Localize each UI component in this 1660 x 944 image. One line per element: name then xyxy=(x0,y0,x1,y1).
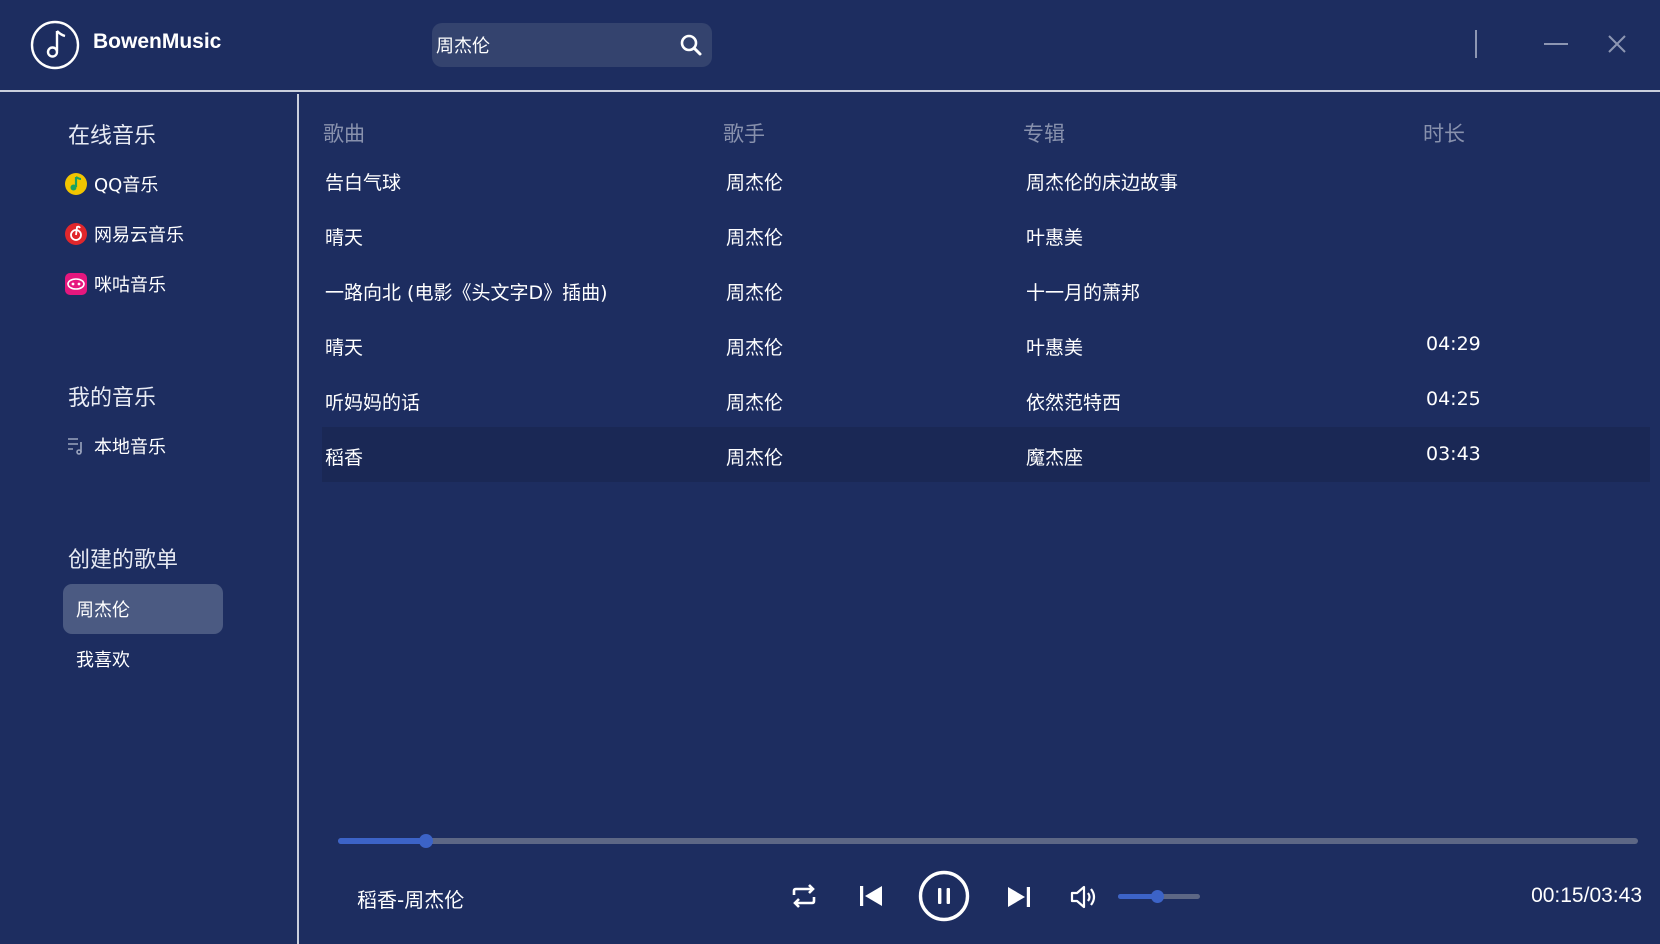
volume-handle[interactable] xyxy=(1150,890,1164,903)
table-row-selected[interactable]: 稻香 周杰伦 魔杰座 03:43 xyxy=(322,427,1650,482)
pause-icon[interactable] xyxy=(918,870,970,922)
song-artist: 周杰伦 xyxy=(726,227,784,249)
table-row[interactable]: 听妈妈的话 周杰伦 依然范特西 04:25 xyxy=(322,372,1650,427)
music-note-logo-icon xyxy=(30,20,80,70)
netease-music-icon xyxy=(65,223,87,245)
table-row[interactable]: 告白气球 周杰伦 周杰伦的床边故事 xyxy=(322,152,1650,207)
volume-slider[interactable] xyxy=(1118,890,1200,903)
migu-music-icon xyxy=(65,273,87,295)
song-artist: 周杰伦 xyxy=(726,337,784,359)
volume-icon[interactable] xyxy=(1068,882,1098,912)
song-artist: 周杰伦 xyxy=(726,447,784,469)
sidebar-item-netease-music[interactable]: 网易云音乐 xyxy=(64,217,184,251)
next-track-icon[interactable] xyxy=(1004,882,1034,912)
song-title: 晴天 xyxy=(325,337,364,359)
app-name: BowenMusic xyxy=(93,30,222,53)
minimize-icon[interactable] xyxy=(1542,30,1570,58)
title-bar: BowenMusic xyxy=(0,0,1660,92)
sidebar-item-migu-music[interactable]: 咪咕音乐 xyxy=(64,267,166,301)
search-box xyxy=(432,23,712,67)
song-album: 叶惠美 xyxy=(1026,337,1084,359)
local-music-icon xyxy=(68,438,82,455)
playlist-item-active[interactable]: 周杰伦 xyxy=(63,584,223,634)
song-duration: 04:25 xyxy=(1426,388,1481,410)
sidebar-item-label: 本地音乐 xyxy=(94,437,166,458)
playlist-item[interactable]: 我喜欢 xyxy=(63,634,223,684)
search-icon[interactable] xyxy=(678,32,704,58)
song-title: 晴天 xyxy=(325,227,364,249)
progress-fill xyxy=(338,838,427,844)
column-header-song: 歌曲 xyxy=(323,122,365,146)
song-artist: 周杰伦 xyxy=(726,392,784,414)
song-table: 歌曲 歌手 专辑 时长 告白气球 周杰伦 周杰伦的床边故事 晴天 周杰伦 叶惠美… xyxy=(322,110,1650,482)
section-title-created-playlists: 创建的歌单 xyxy=(68,548,179,573)
song-title: 一路向北 (电影《头文字D》插曲) xyxy=(325,282,608,304)
song-album: 依然范特西 xyxy=(1026,392,1122,414)
section-title-online-music: 在线音乐 xyxy=(68,124,157,149)
playback-progress-bar[interactable] xyxy=(338,834,1638,848)
sidebar-item-label: QQ音乐 xyxy=(94,175,159,196)
song-title: 告白气球 xyxy=(325,172,402,194)
sidebar-item-label: 咪咕音乐 xyxy=(94,275,166,296)
now-playing-title: 稻香-周杰伦 xyxy=(357,888,465,912)
progress-handle[interactable] xyxy=(419,834,434,848)
table-header: 歌曲 歌手 专辑 时长 xyxy=(322,110,1650,152)
table-row[interactable]: 一路向北 (电影《头文字D》插曲) 周杰伦 十一月的萧邦 xyxy=(322,262,1650,317)
close-icon[interactable] xyxy=(1603,30,1631,58)
titlebar-divider xyxy=(1475,30,1477,58)
song-artist: 周杰伦 xyxy=(726,172,784,194)
column-header-duration: 时长 xyxy=(1423,122,1465,146)
sidebar-item-qq-music[interactable]: QQ音乐 xyxy=(64,167,158,201)
table-row[interactable]: 晴天 周杰伦 叶惠美 04:29 xyxy=(322,317,1650,372)
previous-track-icon[interactable] xyxy=(856,881,886,911)
search-input[interactable] xyxy=(436,23,666,67)
song-duration: 03:43 xyxy=(1426,443,1481,465)
song-title: 稻香 xyxy=(325,447,364,469)
playback-time: 00:15/03:43 xyxy=(1531,884,1642,907)
song-duration: 04:29 xyxy=(1426,333,1481,355)
song-album: 十一月的萧邦 xyxy=(1026,282,1141,304)
sidebar: 在线音乐 QQ音乐 网易云音乐 咪咕音乐 我的音乐 本地音乐 创建的歌单 周杰伦… xyxy=(0,94,299,944)
sidebar-item-local-music[interactable]: 本地音乐 xyxy=(64,429,166,463)
song-album: 叶惠美 xyxy=(1026,227,1084,249)
song-album: 魔杰座 xyxy=(1026,447,1084,469)
column-header-album: 专辑 xyxy=(1023,122,1065,146)
song-album: 周杰伦的床边故事 xyxy=(1026,172,1179,194)
column-header-artist: 歌手 xyxy=(723,122,765,146)
section-title-my-music: 我的音乐 xyxy=(68,386,157,411)
song-artist: 周杰伦 xyxy=(726,282,784,304)
sidebar-item-label: 网易云音乐 xyxy=(94,225,184,246)
table-row[interactable]: 晴天 周杰伦 叶惠美 xyxy=(322,207,1650,262)
qq-music-icon xyxy=(65,173,87,195)
repeat-icon[interactable] xyxy=(788,880,820,912)
song-title: 听妈妈的话 xyxy=(325,392,421,414)
